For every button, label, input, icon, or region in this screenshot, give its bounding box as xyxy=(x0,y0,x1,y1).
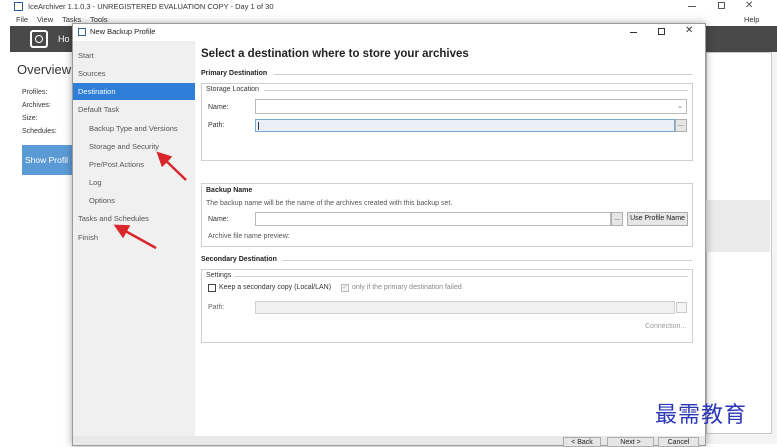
arrow-storage-and-security xyxy=(156,151,187,181)
annotation-arrows xyxy=(113,151,187,250)
arrow-tasks-and-schedules xyxy=(113,224,157,250)
watermark: 最需教育 xyxy=(655,403,748,428)
